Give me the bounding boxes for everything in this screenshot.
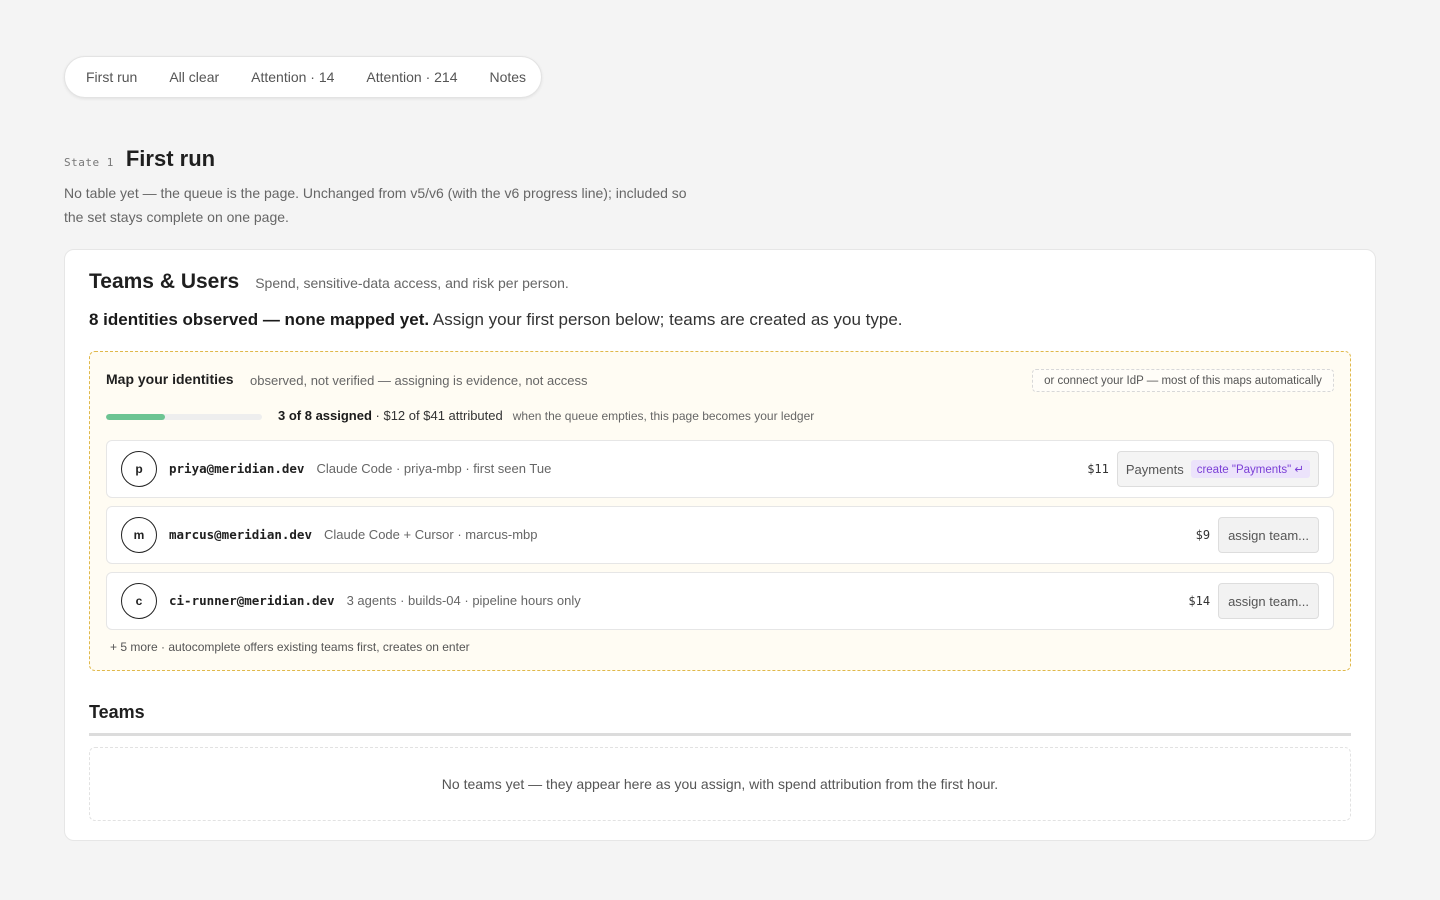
identity-meta: 3 agents · builds-04 · pipeline hours on… (346, 593, 581, 608)
identity-info: priya@meridian.dev Claude Code · priya-m… (169, 461, 551, 476)
progress-hint: when the queue empties, this page become… (512, 409, 815, 423)
teams-divider (89, 733, 1351, 736)
identity-row: p priya@meridian.dev Claude Code · priya… (106, 440, 1334, 498)
teams-users-card: Teams & Users Spend, sensitive-data acce… (64, 249, 1376, 841)
map-title: Map your identities (106, 371, 234, 387)
state-header: State 1 First run (64, 146, 215, 172)
identity-meta: Claude Code + Cursor · marcus-mbp (324, 527, 538, 542)
state-description: No table yet — the queue is the page. Un… (64, 185, 687, 225)
identity-email: marcus@meridian.dev (169, 527, 312, 542)
connect-idp-button[interactable]: or connect your IdP — most of this maps … (1032, 369, 1334, 392)
card-header: Teams & Users Spend, sensitive-data acce… (89, 270, 569, 294)
state-title: First run (125, 146, 216, 171)
tab-attention-214[interactable]: Attention · 214 (350, 69, 473, 85)
progress-attributed: · $12 of $41 attributed (371, 408, 503, 423)
identity-meta: Claude Code · priya-mbp · first seen Tue (316, 461, 552, 476)
team-autocomplete-input[interactable]: Payments create "Payments" ↵ (1116, 451, 1319, 487)
identities-headline: 8 identities observed — none mapped yet.… (89, 310, 903, 330)
identity-row: m marcus@meridian.dev Claude Code + Curs… (106, 506, 1334, 564)
identity-row: c ci-runner@meridian.dev 3 agents · buil… (106, 572, 1334, 630)
tab-attention-14[interactable]: Attention · 14 (235, 69, 350, 85)
identity-cost: $9 (1195, 528, 1211, 542)
headline-bold: 8 identities observed — none mapped yet. (89, 310, 430, 329)
identity-actions: $9 assign team... (1196, 517, 1319, 553)
tab-first-run[interactable]: First run (70, 69, 153, 85)
identity-info: ci-runner@meridian.dev 3 agents · builds… (169, 593, 581, 608)
avatar: p (121, 451, 157, 487)
state-number: State 1 (64, 156, 114, 169)
create-team-suggestion[interactable]: create "Payments" ↵ (1190, 460, 1310, 478)
assign-team-button[interactable]: assign team... (1218, 517, 1319, 553)
assign-progress-fill (106, 414, 165, 420)
identity-actions: $14 assign team... (1188, 583, 1319, 619)
assign-team-button[interactable]: assign team... (1218, 583, 1319, 619)
identity-info: marcus@meridian.dev Claude Code + Cursor… (169, 527, 538, 542)
progress-assigned: 3 of 8 assigned (278, 408, 372, 423)
progress-summary: 3 of 8 assigned · $12 of $41 attributed w… (278, 408, 814, 423)
identity-email: priya@meridian.dev (169, 461, 305, 476)
assign-progress-bar (106, 414, 262, 420)
identity-email: ci-runner@meridian.dev (169, 593, 335, 608)
identity-cost: $14 (1188, 594, 1211, 608)
tab-all-clear[interactable]: All clear (153, 69, 235, 85)
avatar: c (121, 583, 157, 619)
tab-notes[interactable]: Notes (473, 69, 542, 85)
identity-actions: $11 Payments create "Payments" ↵ (1087, 451, 1319, 487)
state-tabs: First run All clear Attention · 14 Atten… (64, 56, 542, 98)
map-identities-queue: Map your identities observed, not verifi… (89, 351, 1351, 671)
map-note: observed, not verified — assigning is ev… (250, 373, 588, 388)
page-title: Teams & Users (89, 270, 240, 293)
teams-empty-state: No teams yet — they appear here as you a… (89, 747, 1351, 821)
page-subtitle: Spend, sensitive-data access, and risk p… (255, 275, 569, 291)
more-identities-note: + 5 more · autocomplete offers existing … (110, 640, 470, 654)
teams-heading: Teams (89, 702, 145, 722)
team-input-value[interactable]: Payments (1126, 462, 1184, 477)
headline-rest: Assign your first person below; teams ar… (429, 310, 903, 329)
avatar: m (121, 517, 157, 553)
identity-cost: $11 (1087, 462, 1109, 476)
